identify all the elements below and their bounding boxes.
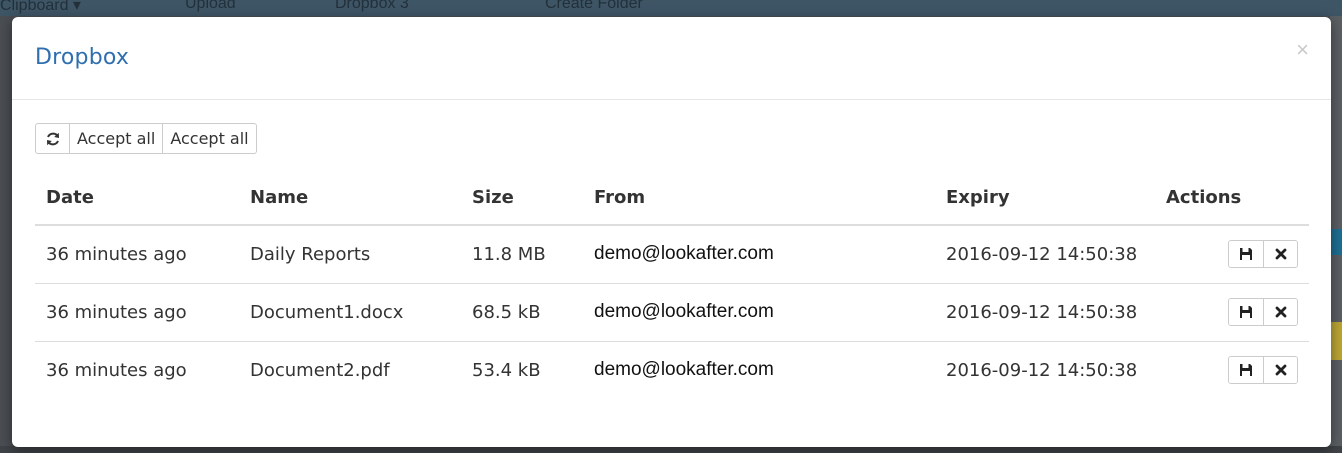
cell-name: Document2.pdf xyxy=(250,359,390,381)
cell-size: 68.5 kB xyxy=(461,283,583,342)
refresh-button[interactable] xyxy=(36,124,69,153)
cell-date: 36 minutes ago xyxy=(46,359,187,381)
save-button[interactable] xyxy=(1229,299,1263,325)
column-header-from[interactable]: From xyxy=(583,171,935,226)
cell-actions xyxy=(1155,341,1309,399)
column-header-date[interactable]: Date xyxy=(35,171,239,226)
cell-size: 53.4 kB xyxy=(472,359,541,381)
cell-from: demo@lookafter.com xyxy=(583,225,935,284)
modal-header: Dropbox × xyxy=(12,17,1331,100)
cell-expiry: 2016-09-12 14:50:38 xyxy=(935,225,1155,284)
floppy-disk-icon xyxy=(1240,248,1252,261)
modal-title: Dropbox xyxy=(35,45,130,70)
cell-date: 36 minutes ago xyxy=(35,225,239,284)
column-header-size[interactable]: Size xyxy=(461,171,583,226)
toolbar-button-group: Accept all Accept all xyxy=(35,123,257,154)
cell-size: 11.8 MB xyxy=(461,225,583,284)
dropbox-modal: Dropbox × Accept all Accept all Date Nam… xyxy=(12,17,1331,447)
bg-dropbox-button: Dropbox 3 xyxy=(335,0,409,12)
cell-actions xyxy=(1155,225,1309,284)
background-right-edge xyxy=(1330,16,1342,453)
floppy-disk-icon xyxy=(1240,306,1252,318)
bg-upload-button: Upload xyxy=(185,0,236,12)
cell-name: Document1.docx xyxy=(239,283,461,342)
table-row: 36 minutes ago Document2.pdf 53.4 kB dem… xyxy=(35,341,1309,399)
table-row: 36 minutes ago Daily Reports 11.8 MB dem… xyxy=(35,225,1309,284)
cell-expiry: 2016-09-12 14:50:38 xyxy=(946,359,1138,381)
floppy-disk-icon xyxy=(1240,364,1252,377)
cell-expiry: 2016-09-12 14:50:38 xyxy=(935,283,1155,342)
column-header-actions: Actions xyxy=(1155,171,1309,226)
bg-create-folder-button: Create Folder xyxy=(545,0,643,12)
cell-name: Daily Reports xyxy=(239,225,461,284)
row-action-group xyxy=(1228,356,1298,385)
delete-button[interactable] xyxy=(1263,241,1297,268)
background-toolbar: Clipboard ▾ Upload Dropbox 3 Create Fold… xyxy=(0,0,1342,16)
remove-icon xyxy=(1275,248,1286,260)
remove-icon xyxy=(1275,364,1286,376)
table-header-row: Date Name Size From Expiry Actions xyxy=(35,171,1309,226)
close-button[interactable]: × xyxy=(1296,39,1309,61)
delete-button[interactable] xyxy=(1263,357,1297,384)
accept-all-button-2[interactable]: Accept all xyxy=(162,124,255,153)
save-button[interactable] xyxy=(1229,241,1263,268)
save-button[interactable] xyxy=(1229,357,1263,384)
row-action-group xyxy=(1228,240,1298,269)
background-bottom-edge xyxy=(0,446,1342,453)
bg-blue-bar xyxy=(1330,229,1342,255)
cell-from: demo@lookafter.com xyxy=(583,283,935,342)
accept-all-button[interactable]: Accept all xyxy=(69,124,162,153)
column-header-name[interactable]: Name xyxy=(239,171,461,226)
bg-clipboard-menu: Clipboard ▾ xyxy=(0,0,81,14)
table-row: 36 minutes ago Document1.docx 68.5 kB de… xyxy=(35,283,1309,342)
dropbox-files-table: Date Name Size From Expiry Actions 36 mi… xyxy=(35,171,1309,399)
row-action-group xyxy=(1228,298,1298,326)
cell-from: demo@lookafter.com xyxy=(594,359,774,381)
refresh-icon xyxy=(46,132,59,145)
column-header-expiry[interactable]: Expiry xyxy=(935,171,1155,226)
cell-actions xyxy=(1155,283,1309,342)
cell-date: 36 minutes ago xyxy=(35,283,239,342)
bg-yellow-bar xyxy=(1330,322,1342,360)
delete-button[interactable] xyxy=(1263,299,1297,325)
remove-icon xyxy=(1275,306,1286,318)
